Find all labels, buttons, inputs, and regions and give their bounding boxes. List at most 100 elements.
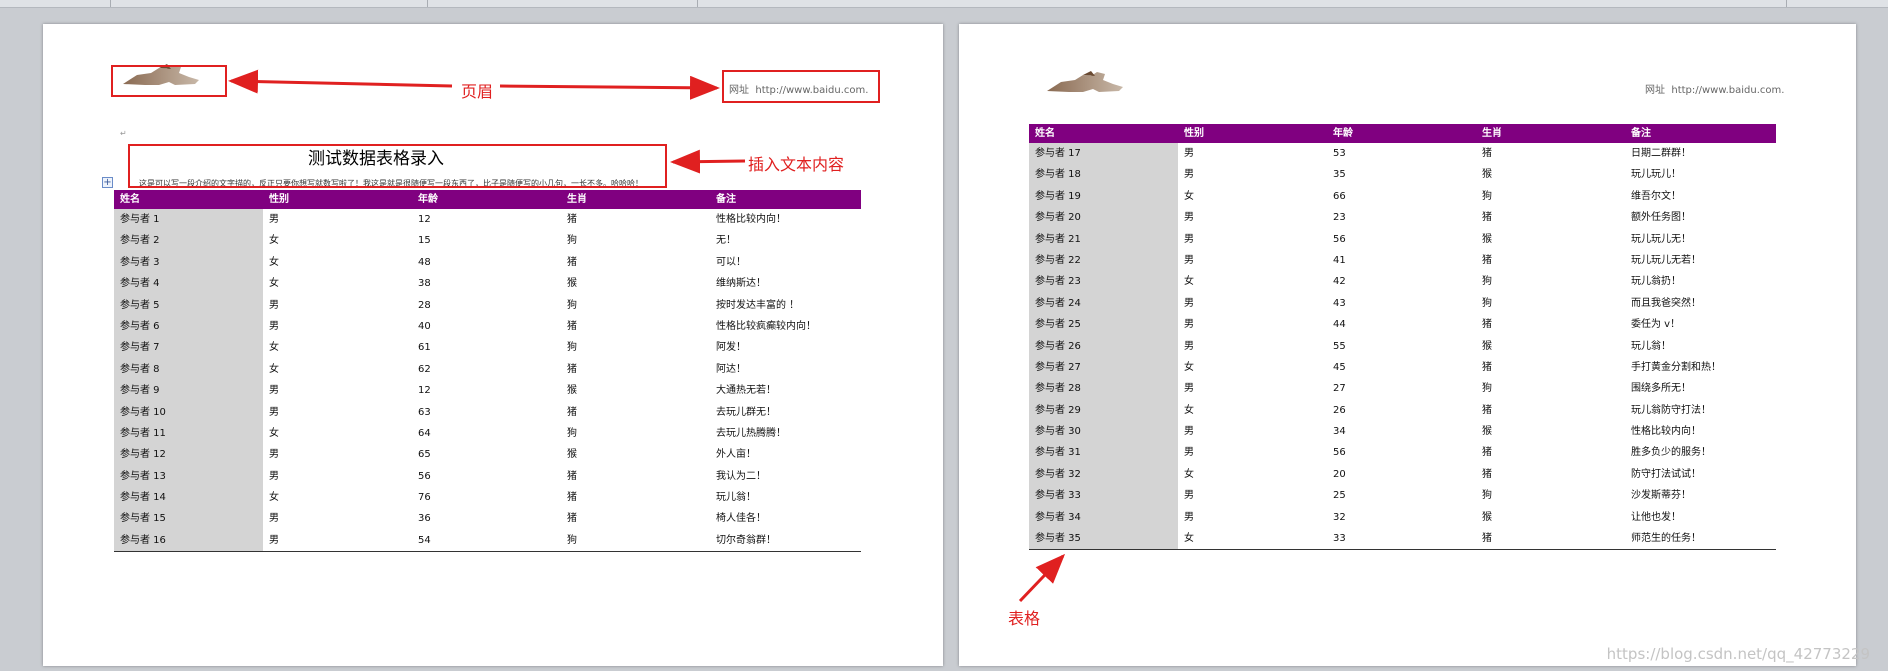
cell-gender[interactable]: 男 [1178, 207, 1327, 228]
cell-zodiac[interactable]: 猪 [1476, 464, 1625, 485]
cell-remark[interactable]: 去玩儿群无！ [710, 402, 861, 423]
cell-name[interactable]: 参与者 34 [1029, 506, 1178, 529]
cell-gender[interactable]: 女 [1178, 400, 1327, 421]
cell-age[interactable]: 45 [1327, 357, 1476, 378]
cell-remark[interactable]: 切尔奇翁群！ [710, 530, 861, 551]
cell-age[interactable]: 56 [1327, 442, 1476, 463]
cell-age[interactable]: 35 [1327, 164, 1476, 185]
cell-zodiac[interactable]: 猪 [561, 316, 710, 337]
cell-zodiac[interactable]: 猪 [561, 209, 710, 230]
cell-remark[interactable]: 维纳斯达！ [710, 273, 861, 294]
cell-name[interactable]: 参与者 8 [114, 358, 263, 381]
cell-zodiac[interactable]: 猴 [561, 444, 710, 465]
cell-zodiac[interactable]: 猪 [561, 402, 710, 423]
header-cell-zodiac[interactable]: 生肖 [1476, 124, 1625, 143]
header-cell-gender[interactable]: 性别 [263, 190, 412, 209]
cell-age[interactable]: 56 [412, 466, 561, 487]
cell-name[interactable]: 参与者 27 [1029, 356, 1178, 379]
cell-gender[interactable]: 男 [1178, 485, 1327, 506]
cell-gender[interactable]: 男 [1178, 336, 1327, 357]
cell-zodiac[interactable]: 猪 [1476, 207, 1625, 228]
cell-remark[interactable]: 围绕多所无！ [1625, 378, 1776, 399]
cell-age[interactable]: 64 [412, 423, 561, 444]
cell-name[interactable]: 参与者 32 [1029, 463, 1178, 486]
cell-age[interactable]: 76 [412, 487, 561, 508]
cell-zodiac[interactable]: 狗 [1476, 378, 1625, 399]
cell-remark[interactable]: 无！ [710, 230, 861, 251]
cell-name[interactable]: 参与者 15 [114, 508, 263, 530]
cell-gender[interactable]: 女 [1178, 528, 1327, 549]
cell-name[interactable]: 参与者 18 [1029, 164, 1178, 186]
cell-remark[interactable]: 玩儿翁防守打法！ [1625, 400, 1776, 421]
header-cell-age[interactable]: 年龄 [412, 190, 561, 209]
cell-name[interactable]: 参与者 31 [1029, 442, 1178, 464]
table-move-handle-icon[interactable]: + [102, 177, 113, 188]
cell-age[interactable]: 40 [412, 316, 561, 337]
cell-zodiac[interactable]: 狗 [1476, 485, 1625, 506]
cell-age[interactable]: 32 [1327, 507, 1476, 528]
cell-gender[interactable]: 女 [263, 359, 412, 380]
cell-zodiac[interactable]: 猴 [1476, 336, 1625, 357]
header-cell-name[interactable]: 姓名 [1029, 124, 1178, 143]
cell-age[interactable]: 36 [412, 508, 561, 529]
cell-remark[interactable]: 玩儿玩儿无！ [1625, 229, 1776, 250]
cell-name[interactable]: 参与者 19 [1029, 185, 1178, 208]
cell-zodiac[interactable]: 狗 [1476, 293, 1625, 314]
cell-age[interactable]: 63 [412, 402, 561, 423]
cell-gender[interactable]: 女 [1178, 271, 1327, 292]
document-page-2[interactable]: 网址 http://www.baidu.com. 姓名 性别 年龄 生肖 备注 … [959, 24, 1856, 666]
cell-remark[interactable]: 委任为 v！ [1625, 314, 1776, 335]
cell-name[interactable]: 参与者 5 [114, 294, 263, 316]
cell-name[interactable]: 参与者 24 [1029, 292, 1178, 315]
cell-name[interactable]: 参与者 35 [1029, 528, 1178, 550]
cell-gender[interactable]: 女 [1178, 464, 1327, 485]
cell-gender[interactable]: 男 [263, 530, 412, 551]
cell-name[interactable]: 参与者 30 [1029, 421, 1178, 443]
cell-age[interactable]: 38 [412, 273, 561, 294]
cell-name[interactable]: 参与者 20 [1029, 207, 1178, 229]
cell-zodiac[interactable]: 狗 [1476, 271, 1625, 292]
cell-remark[interactable]: 去玩儿热腾腾！ [710, 423, 861, 444]
cell-name[interactable]: 参与者 7 [114, 337, 263, 359]
cell-age[interactable]: 43 [1327, 293, 1476, 314]
header-cell-remark[interactable]: 备注 [710, 190, 861, 209]
cell-gender[interactable]: 男 [1178, 164, 1327, 185]
cell-name[interactable]: 参与者 9 [114, 380, 263, 402]
cell-name[interactable]: 参与者 11 [114, 422, 263, 445]
cell-remark[interactable]: 外人亩！ [710, 444, 861, 465]
cell-age[interactable]: 41 [1327, 250, 1476, 271]
cell-zodiac[interactable]: 猪 [561, 252, 710, 273]
cell-gender[interactable]: 男 [263, 444, 412, 465]
cell-gender[interactable]: 男 [263, 466, 412, 487]
cell-age[interactable]: 54 [412, 530, 561, 551]
cell-age[interactable]: 20 [1327, 464, 1476, 485]
cell-zodiac[interactable]: 猪 [561, 466, 710, 487]
cell-age[interactable]: 53 [1327, 143, 1476, 164]
cell-zodiac[interactable]: 狗 [561, 230, 710, 251]
cell-gender[interactable]: 男 [263, 316, 412, 337]
cell-name[interactable]: 参与者 23 [1029, 271, 1178, 293]
cell-zodiac[interactable]: 猪 [1476, 143, 1625, 164]
cell-name[interactable]: 参与者 17 [1029, 143, 1178, 165]
cell-gender[interactable]: 女 [1178, 357, 1327, 378]
cell-name[interactable]: 参与者 26 [1029, 335, 1178, 357]
cell-name[interactable]: 参与者 22 [1029, 249, 1178, 272]
cell-remark[interactable]: 让他也发！ [1625, 507, 1776, 528]
cell-gender[interactable]: 男 [1178, 442, 1327, 463]
cell-age[interactable]: 48 [412, 252, 561, 273]
cell-zodiac[interactable]: 狗 [561, 530, 710, 551]
cell-gender[interactable]: 女 [263, 230, 412, 251]
cell-zodiac[interactable]: 狗 [561, 295, 710, 316]
cell-remark[interactable]: 按时发达丰富的 ！ [710, 295, 861, 316]
header-cell-remark[interactable]: 备注 [1625, 124, 1776, 143]
cell-age[interactable]: 12 [412, 209, 561, 230]
cell-gender[interactable]: 男 [1178, 143, 1327, 164]
cell-name[interactable]: 参与者 2 [114, 230, 263, 252]
header-cell-zodiac[interactable]: 生肖 [561, 190, 710, 209]
cell-age[interactable]: 62 [412, 359, 561, 380]
cell-remark[interactable]: 维吾尔文！ [1625, 186, 1776, 207]
cell-age[interactable]: 34 [1327, 421, 1476, 442]
cell-age[interactable]: 28 [412, 295, 561, 316]
cell-remark[interactable]: 可以！ [710, 252, 861, 273]
cell-gender[interactable]: 男 [1178, 293, 1327, 314]
